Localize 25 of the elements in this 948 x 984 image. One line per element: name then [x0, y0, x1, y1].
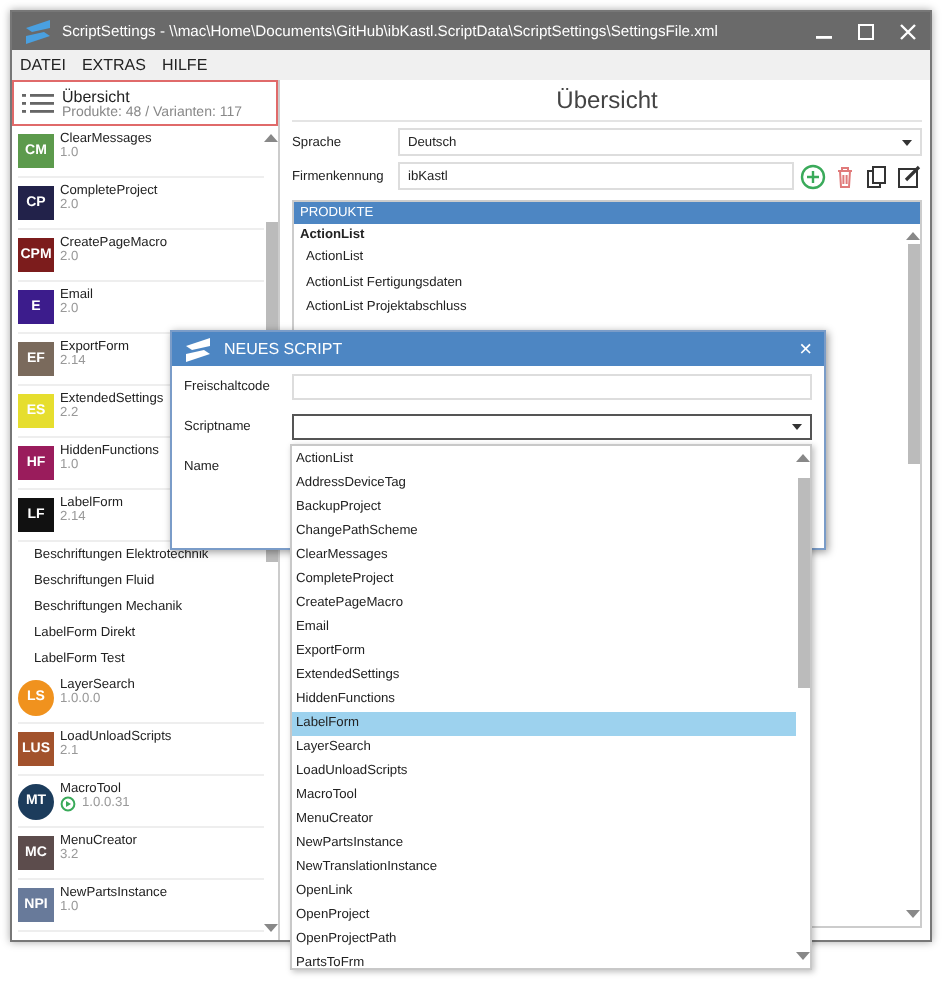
menu-item[interactable]: EXTRAS — [81, 56, 146, 74]
scroll-down-icon[interactable] — [796, 952, 810, 962]
scroll-down-icon[interactable] — [906, 910, 920, 920]
scroll-up-icon[interactable] — [264, 132, 278, 142]
scroll-up-icon[interactable] — [796, 452, 810, 462]
menu-item[interactable]: DATEI — [20, 56, 66, 74]
copy-icon[interactable] — [864, 163, 890, 189]
scroll-up-icon[interactable] — [906, 230, 920, 240]
list-icon — [22, 91, 54, 115]
edit-icon[interactable] — [896, 163, 922, 189]
menu-item[interactable]: HILFE — [161, 56, 208, 74]
add-icon[interactable] — [800, 163, 826, 189]
scrollbar[interactable] — [796, 446, 810, 968]
scroll-down-icon[interactable] — [264, 924, 278, 934]
close-button[interactable]: × — [799, 337, 812, 361]
close-icon[interactable] — [898, 21, 918, 41]
scriptname-combobox[interactable] — [292, 413, 812, 439]
caret-icon — [902, 139, 912, 145]
page-heading: Übersicht — [292, 80, 922, 122]
overview-title: Übersicht — [62, 87, 132, 105]
caret-icon — [792, 423, 802, 429]
maximize-icon[interactable] — [856, 21, 876, 41]
app-logo-icon — [184, 337, 212, 361]
app-logo-icon — [24, 19, 52, 43]
code-field[interactable] — [292, 373, 812, 399]
